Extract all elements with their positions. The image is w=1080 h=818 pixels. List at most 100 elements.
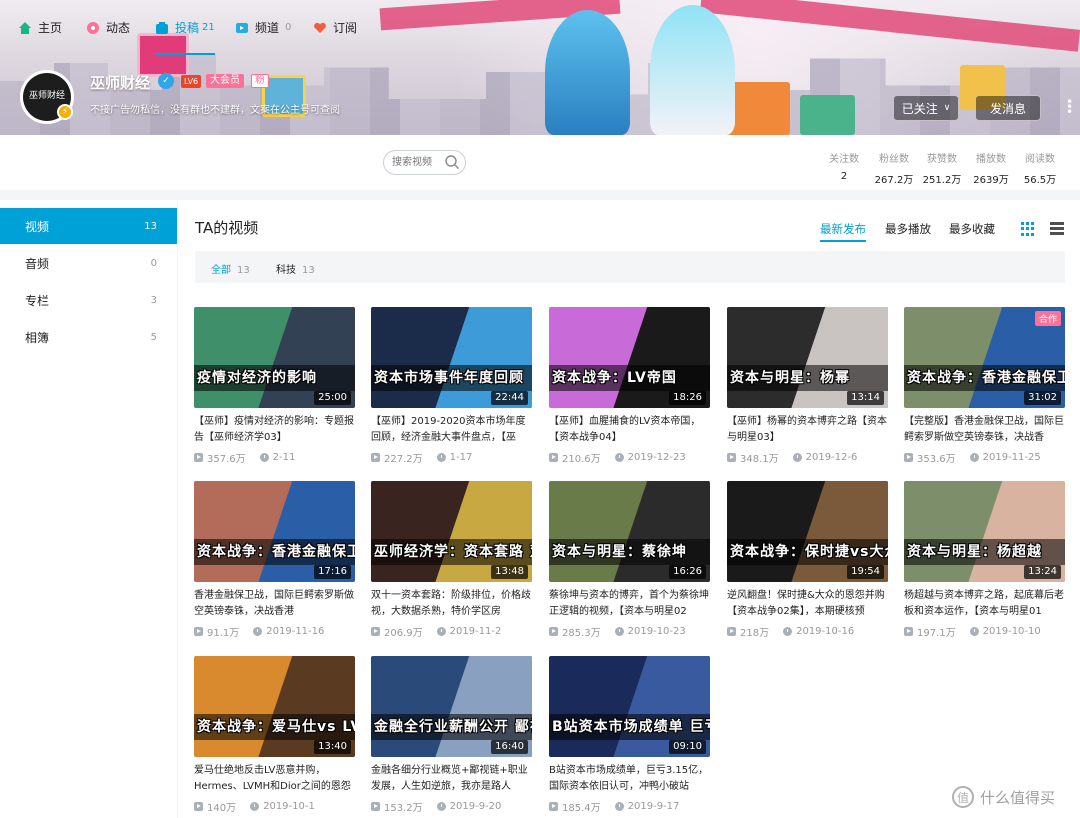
- upload-date: 2019-11-2: [449, 626, 502, 637]
- video-title[interactable]: 【巫师】血腥捕食的LV资本帝国，【资本战争04】: [549, 414, 710, 446]
- sort-most-favorited[interactable]: 最多收藏: [949, 221, 995, 237]
- clock-icon: [614, 627, 624, 636]
- clock-icon: [783, 627, 793, 636]
- video-title[interactable]: 爱马仕绝地反击LV恶意并购，Hermes、LVMH和Dior之间的恩怨: [194, 763, 355, 795]
- upload-date: 2019-10-10: [982, 626, 1041, 637]
- grid-view-icon[interactable]: [1021, 222, 1035, 236]
- video-card[interactable]: 资本战争：香港金融保卫战17:16 香港金融保卫战，国际巨鳄索罗斯做空英镑泰铢，决…: [194, 481, 355, 639]
- play-count-icon: [371, 802, 380, 811]
- sort-latest[interactable]: 最新发布: [820, 221, 866, 242]
- video-duration: 09:10: [669, 740, 706, 754]
- sidebar-item-video[interactable]: 视频 13: [0, 208, 177, 244]
- list-view-icon[interactable]: [1050, 222, 1064, 235]
- clock-icon: [436, 627, 446, 636]
- more-icon[interactable]: • • •: [1066, 96, 1073, 118]
- upload-date: 2-11: [272, 452, 296, 463]
- video-card[interactable]: 巫师经济学：资本套路 双十一：阶级排位赛13:48 双十一资本套路：阶级排位，价格…: [371, 481, 532, 639]
- video-title[interactable]: 金融各细分行业概览+鄙视链+职业发展，人生如逆旅，我亦是路人: [371, 763, 532, 795]
- play-count: 285.3万: [562, 628, 601, 639]
- sort-most-played[interactable]: 最多播放: [885, 221, 931, 237]
- video-card[interactable]: 资本战争：LV帝国 18:26 【巫师】血腥捕食的LV资本帝国，【资本战争04】 21…: [549, 307, 710, 465]
- video-card[interactable]: 资本与明星：杨幂 13:14 【巫师】杨幂的资本博弈之路【资本与明星03】 348.1…: [727, 307, 888, 465]
- video-card[interactable]: 资本与明星：杨超越 13:24 杨超越与资本博弈之路，起底幕后老板和资本运作，【资本…: [904, 481, 1065, 639]
- play-count: 227.2万: [384, 454, 423, 465]
- play-count-icon: [194, 627, 203, 636]
- play-count-icon: [194, 453, 203, 462]
- video-duration: 13:40: [314, 740, 351, 754]
- video-duration: 22:44: [491, 391, 528, 405]
- video-thumbnail[interactable]: 巫师经济学：资本套路 双十一：阶级排位赛13:48: [371, 481, 532, 582]
- thumbnail-caption: 资本战争：香港金融保卫战: [904, 365, 1065, 391]
- video-card[interactable]: 资本战争：爱马仕vs LV 13:40 爱马仕绝地反击LV恶意并购，Hermes、L…: [194, 656, 355, 814]
- video-card[interactable]: B站资本市场成绩单 巨亏3亿，但强势增长09:10 B站资本市场成绩单，巨亏3.1…: [549, 656, 710, 814]
- tab-dynamic[interactable]: 动态: [86, 0, 130, 55]
- video-card[interactable]: 资本战争：香港金融保卫战 合作 31:02 【完整版】香港金融保卫战，国际巨鳄索罗斯做…: [904, 307, 1065, 465]
- video-title[interactable]: 杨超越与资本博弈之路，起底幕后老板和资本运作，【资本与明星01: [904, 588, 1065, 620]
- stat-reads: 阅读数 56.5万: [1023, 154, 1057, 186]
- video-title[interactable]: 香港金融保卫战，国际巨鳄索罗斯做空英镑泰铢，决战香港: [194, 588, 355, 620]
- sidebar-item-album[interactable]: 相簿 5: [0, 319, 177, 355]
- video-thumbnail[interactable]: 资本与明星：杨超越 13:24: [904, 481, 1065, 582]
- video-card[interactable]: 资本与明星：蔡徐坤 16:26 蔡徐坤与资本的博弈，首个为蔡徐坤正逻辑的视频，【资本…: [549, 481, 710, 639]
- video-title[interactable]: 【完整版】香港金融保卫战，国际巨鳄索罗斯做空英镑泰铢，决战香: [904, 414, 1065, 446]
- video-thumbnail[interactable]: 资本战争：香港金融保卫战17:16: [194, 481, 355, 582]
- video-thumbnail[interactable]: 金融全行业薪酬公开 鄙视链+收入+职业发展16:40: [371, 656, 532, 757]
- video-duration: 13:14: [847, 391, 884, 405]
- verify-icon: ✓: [158, 73, 174, 89]
- video-thumbnail[interactable]: B站资本市场成绩单 巨亏3亿，但强势增长09:10: [549, 656, 710, 757]
- video-title[interactable]: 【巫师】疫情对经济的影响：专题报告【巫师经济学03】: [194, 414, 355, 446]
- play-count-icon: [371, 627, 380, 636]
- filter-tech[interactable]: 科技 13: [276, 261, 315, 276]
- dynamic-icon: [86, 21, 100, 35]
- tab-channel-label: 频道: [255, 21, 280, 35]
- video-thumbnail[interactable]: 资本战争：LV帝国 18:26: [549, 307, 710, 408]
- video-thumbnail[interactable]: 资本战争：保时捷vs大众 19:54: [727, 481, 888, 582]
- tab-channel-count: 0: [285, 22, 292, 33]
- follow-button[interactable]: 已关注 ∨: [893, 95, 959, 121]
- thumbnail-caption: 资本战争：保时捷vs大众: [727, 539, 888, 565]
- tab-home[interactable]: 主页: [18, 0, 62, 55]
- user-sign: 不接广告勿私信，没有群也不建群，文案在公主号可查阅: [90, 105, 340, 116]
- video-title[interactable]: 【巫师】2019-2020资本市场年度回顾，经济金融大事件盘点，【巫: [371, 414, 532, 446]
- sidebar-item-audio[interactable]: 音频 0: [0, 245, 177, 281]
- video-title[interactable]: 双十一资本套路：阶级排位，价格歧视，大数据杀熟，特价学区房: [371, 588, 532, 620]
- video-title[interactable]: 【巫师】杨幂的资本博弈之路【资本与明星03】: [727, 414, 888, 446]
- tab-home-label: 主页: [38, 21, 63, 35]
- level-badge: LV6: [181, 75, 202, 88]
- video-thumbnail[interactable]: 资本战争：香港金融保卫战 合作 31:02: [904, 307, 1065, 408]
- tab-channel[interactable]: 频道 0: [235, 0, 291, 55]
- search-icon[interactable]: [444, 154, 460, 170]
- clock-icon: [250, 802, 260, 811]
- video-card[interactable]: 资本市场事件年度回顾 22:44 【巫师】2019-2020资本市场年度回顾，经济金…: [371, 307, 532, 465]
- video-thumbnail[interactable]: 资本战争：爱马仕vs LV 13:40: [194, 656, 355, 757]
- stat-fans[interactable]: 粉丝数 267.2万: [872, 150, 916, 186]
- filter-all[interactable]: 全部 13: [211, 261, 250, 276]
- user-name[interactable]: 巫师财经: [90, 72, 150, 93]
- video-thumbnail[interactable]: 资本与明星：杨幂 13:14: [727, 307, 888, 408]
- video-card[interactable]: 疫情对经济的影响 25:00 【巫师】疫情对经济的影响：专题报告【巫师经济学03】 3…: [194, 307, 355, 465]
- clock-icon: [614, 453, 624, 462]
- video-title[interactable]: 逆风翻盘！保时捷&大众的恩怨并购【资本战争02集】，本期硬核预: [727, 588, 888, 620]
- tab-subscribe[interactable]: 订阅: [313, 0, 357, 55]
- upload-date: 2019-12-6: [805, 452, 858, 463]
- stat-following[interactable]: 关注数 2: [826, 150, 862, 182]
- play-count: 153.2万: [384, 803, 423, 814]
- video-thumbnail[interactable]: 资本市场事件年度回顾 22:44: [371, 307, 532, 408]
- tab-dynamic-label: 动态: [106, 21, 131, 35]
- uploads-icon: [155, 21, 169, 35]
- message-button[interactable]: 发消息: [975, 95, 1041, 121]
- play-count: 197.1万: [917, 628, 956, 639]
- play-count-icon: [549, 802, 558, 811]
- upload-date: 2019-11-25: [982, 452, 1041, 463]
- video-card[interactable]: 金融全行业薪酬公开 鄙视链+收入+职业发展16:40 金融各细分行业概览+鄙视链+…: [371, 656, 532, 814]
- video-card[interactable]: 资本战争：保时捷vs大众 19:54 逆风翻盘！保时捷&大众的恩怨并购【资本战争02…: [727, 481, 888, 639]
- tab-uploads[interactable]: 投稿 21: [155, 0, 215, 55]
- video-title[interactable]: 蔡徐坤与资本的博弈，首个为蔡徐坤正逻辑的视频，【资本与明星02: [549, 588, 710, 620]
- clock-icon: [614, 802, 624, 811]
- tab-uploads-label: 投稿: [175, 21, 200, 35]
- sidebar-item-article[interactable]: 专栏 3: [0, 282, 177, 318]
- clock-icon: [969, 453, 979, 462]
- video-title[interactable]: B站资本市场成绩单，巨亏3.15亿，国际资本依旧认可，冲鸭小破站: [549, 763, 710, 795]
- video-thumbnail[interactable]: 疫情对经济的影响 25:00: [194, 307, 355, 408]
- video-thumbnail[interactable]: 资本与明星：蔡徐坤 16:26: [549, 481, 710, 582]
